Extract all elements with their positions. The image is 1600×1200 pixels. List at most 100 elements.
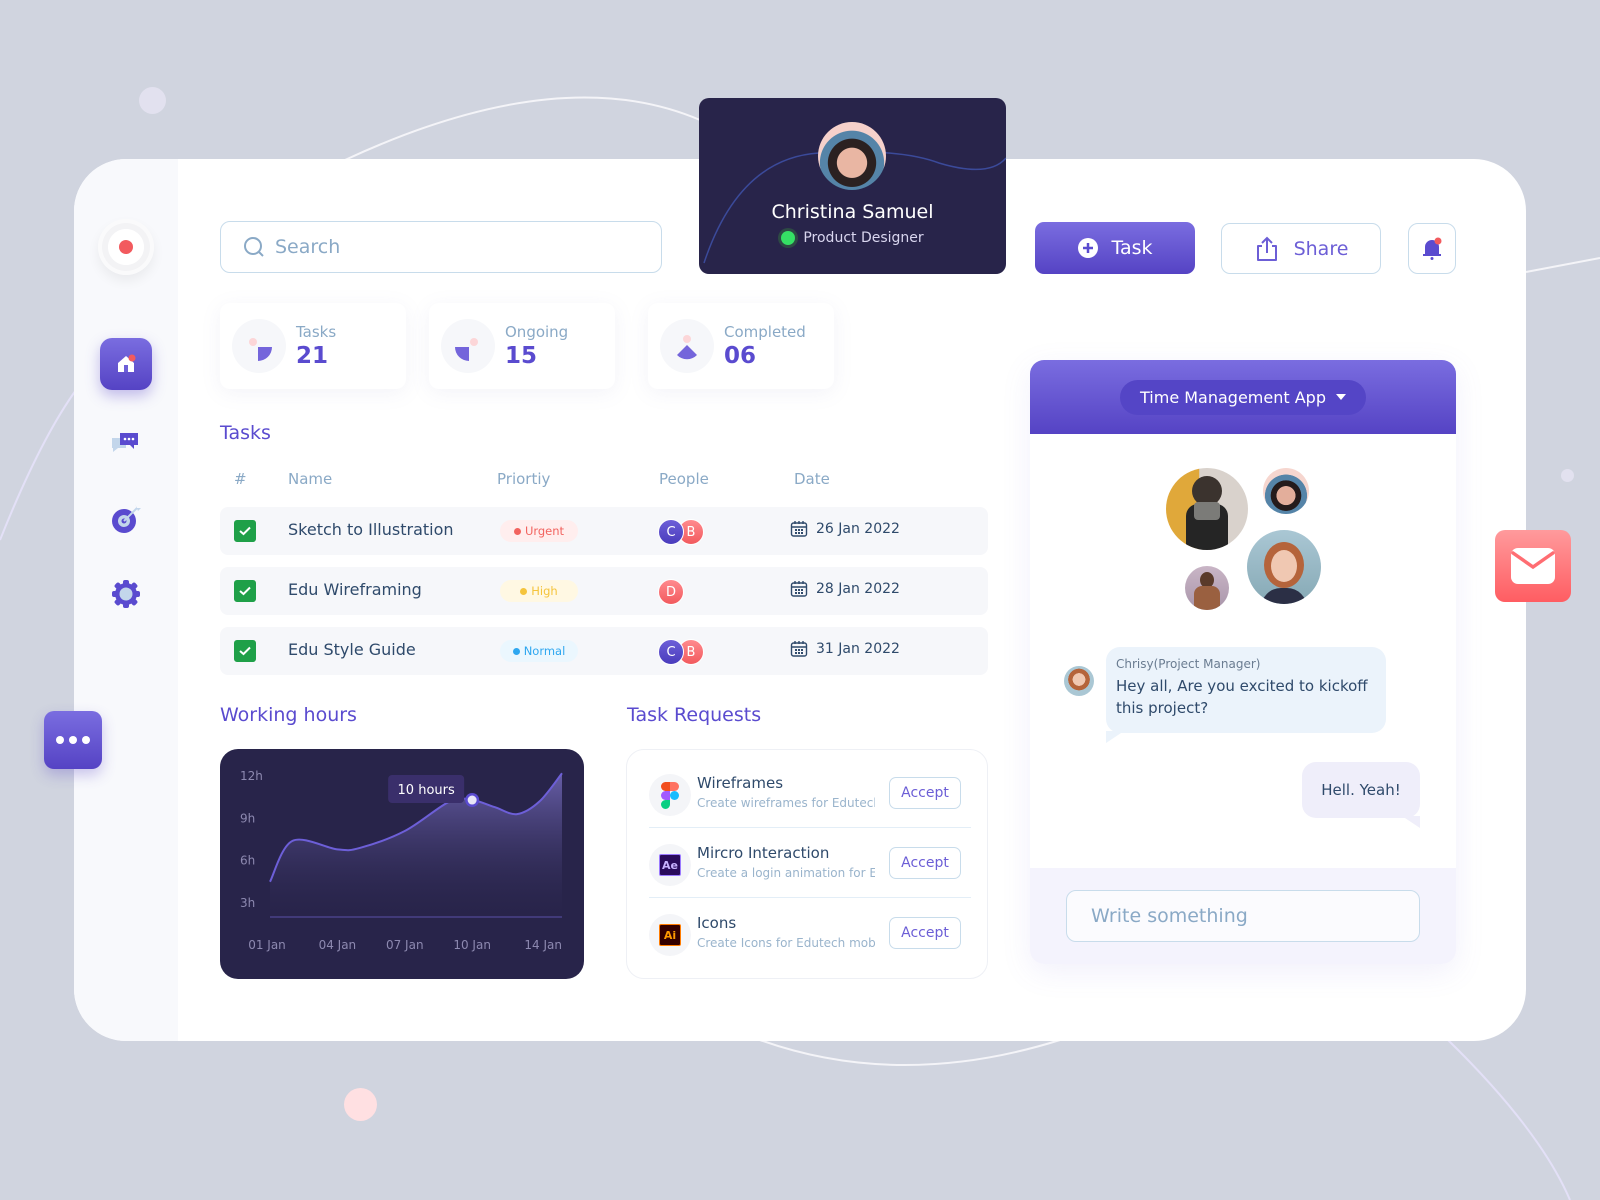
- project-dropdown[interactable]: Time Management App: [1120, 379, 1366, 415]
- accept-button[interactable]: Accept: [889, 847, 961, 879]
- caret-down-icon: [1335, 394, 1346, 400]
- sidebar-item-messages[interactable]: [100, 417, 152, 469]
- stat-card-completed: Completed 06: [648, 303, 834, 389]
- priority-dot-icon: [513, 527, 521, 535]
- request-item: Ai Icons Create Icons for Edutech mobile…: [649, 910, 971, 960]
- message-text: Hell. Yeah!: [1321, 781, 1401, 799]
- tasks-title: Tasks: [220, 422, 271, 444]
- task-checkbox[interactable]: [234, 640, 256, 662]
- bell-icon: [1423, 237, 1442, 260]
- date-label: 28 Jan 2022: [816, 581, 900, 597]
- bubble-tail: [1106, 731, 1124, 743]
- home-icon: [118, 354, 136, 372]
- request-title: Wireframes: [697, 774, 784, 792]
- pie-icon: [660, 319, 714, 373]
- column-header: Priortiy: [497, 470, 551, 488]
- mail-button[interactable]: [1495, 530, 1571, 602]
- divider: [649, 897, 971, 898]
- pie-icon: [441, 319, 495, 373]
- message-sender: Chrisy(Project Manager): [1116, 657, 1261, 671]
- task-checkbox[interactable]: [234, 580, 256, 602]
- profile-avatar[interactable]: [818, 122, 886, 190]
- avatar: C: [658, 519, 684, 545]
- avatar: D: [658, 579, 684, 605]
- request-subtitle: Create wireframes for Edutech: [697, 796, 875, 810]
- add-task-label: Task: [1111, 237, 1153, 259]
- ae-glyph: Ae: [659, 854, 681, 876]
- working-hours-chart: 3h 6h 9h 12h 01 Jan 04 Jan 07 Jan 10 Jan 14 Jan 1…: [220, 749, 584, 979]
- task-checkbox[interactable]: [234, 520, 256, 542]
- add-task-button[interactable]: Task: [1035, 222, 1195, 274]
- request-title: Icons: [697, 914, 737, 932]
- online-status-icon: [781, 231, 796, 245]
- record-dot-icon: [119, 240, 133, 254]
- avatar: C: [658, 639, 684, 665]
- check-icon: [239, 526, 251, 536]
- profile-card: Christina Samuel Product Designer: [699, 98, 1006, 274]
- check-icon: [239, 646, 251, 656]
- target-icon: [112, 504, 141, 533]
- task-date: 31 Jan 2022: [790, 640, 900, 658]
- pie-icon: [232, 319, 286, 373]
- figma-icon: [649, 774, 691, 816]
- request-title: Mircro Interaction: [697, 844, 830, 862]
- profile-role: Product Designer: [803, 230, 924, 246]
- task-name: Sketch to Illustration: [288, 520, 454, 539]
- chat-header: Time Management App: [1030, 360, 1456, 434]
- sidebar-item-goals[interactable]: [100, 493, 152, 545]
- illustrator-icon: Ai: [649, 914, 691, 956]
- column-header: #: [234, 470, 247, 488]
- priority-badge: High: [500, 580, 578, 602]
- share-button[interactable]: Share: [1221, 223, 1381, 274]
- request-subtitle: Create a login animation for Edu..: [697, 866, 875, 880]
- chat-panel: Time Management App Chrisy(Project Manag…: [1030, 360, 1456, 964]
- stat-value: 21: [296, 343, 329, 369]
- table-row[interactable]: Edu Wireframing High D 28 Jan 2022: [220, 567, 988, 615]
- chat-icon: [112, 433, 138, 452]
- accept-button[interactable]: Accept: [889, 917, 961, 949]
- team-member-avatar[interactable]: [1247, 530, 1321, 604]
- table-row[interactable]: Edu Style Guide Normal B C 31 Jan 2022: [220, 627, 988, 675]
- working-hours-title: Working hours: [220, 704, 357, 726]
- decor-dot: [344, 1088, 377, 1121]
- stat-card-tasks: Tasks 21: [220, 303, 406, 389]
- decor-dot: [139, 87, 166, 114]
- search-box[interactable]: [220, 221, 662, 273]
- stat-label: Ongoing: [505, 323, 569, 341]
- team-member-avatar[interactable]: [1185, 566, 1229, 610]
- dot-icon: [56, 736, 64, 744]
- accept-button[interactable]: Accept: [889, 777, 961, 809]
- notifications-button[interactable]: [1408, 223, 1456, 274]
- share-label: Share: [1293, 237, 1349, 260]
- request-item: Wireframes Create wireframes for Edutech…: [649, 770, 971, 820]
- project-name: Time Management App: [1140, 387, 1326, 407]
- priority-label: High: [531, 584, 558, 598]
- sidebar-item-home[interactable]: [100, 338, 152, 390]
- calendar-icon: [790, 581, 808, 597]
- column-header: People: [659, 470, 709, 488]
- column-header: Date: [794, 470, 830, 488]
- message-outgoing: Hell. Yeah!: [1302, 762, 1420, 828]
- priority-badge: Normal: [500, 640, 578, 662]
- profile-role-row: Product Designer: [699, 230, 1006, 246]
- stat-label: Completed: [724, 323, 806, 341]
- sidebar-item-settings[interactable]: [100, 568, 152, 620]
- date-label: 26 Jan 2022: [816, 521, 900, 537]
- highlight-point[interactable]: [467, 795, 477, 805]
- chart-svg: 3h 6h 9h 12h 01 Jan 04 Jan 07 Jan 10 Jan 14 Jan 1…: [240, 769, 563, 952]
- task-name: Edu Style Guide: [288, 640, 416, 659]
- x-tick-label: 14 Jan: [524, 938, 562, 952]
- search-input[interactable]: [275, 236, 615, 258]
- sender-avatar: [1064, 666, 1094, 696]
- request-subtitle: Create Icons for Edutech mobile..: [697, 936, 875, 950]
- table-row[interactable]: Sketch to Illustration Urgent B C 26 Jan…: [220, 507, 988, 555]
- more-options-button[interactable]: [44, 711, 102, 769]
- message-input[interactable]: [1066, 890, 1420, 942]
- task-name: Edu Wireframing: [288, 580, 422, 599]
- team-member-avatar[interactable]: [1166, 468, 1248, 550]
- stat-value: 06: [724, 343, 757, 369]
- column-header: Name: [288, 470, 333, 488]
- record-indicator: [98, 219, 154, 275]
- task-requests-title: Task Requests: [627, 704, 762, 726]
- team-member-avatar[interactable]: [1263, 468, 1309, 514]
